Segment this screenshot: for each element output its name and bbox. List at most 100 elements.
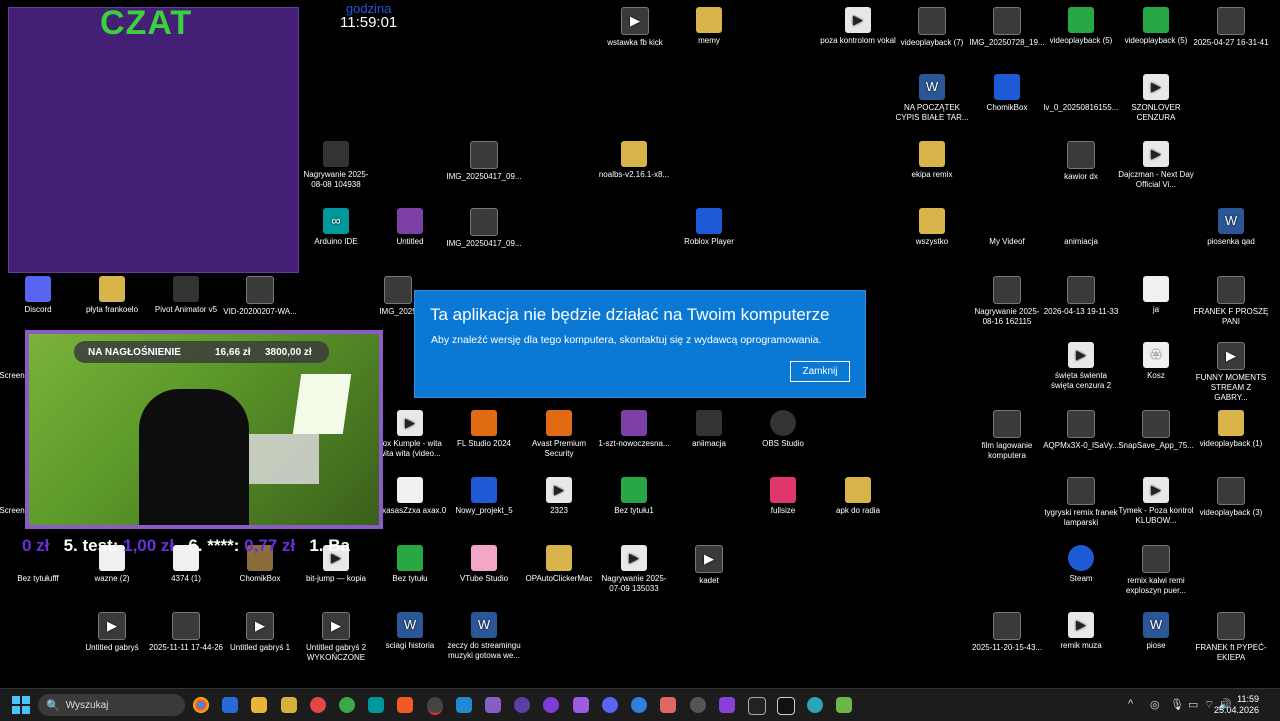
desktop-icon[interactable]: videoplayback (3)	[1193, 477, 1269, 518]
desktop-icon[interactable]: płyta frankoelo	[74, 276, 150, 315]
sb-icon[interactable]	[514, 697, 530, 713]
desktop-icon[interactable]: FL Studio 2024	[446, 410, 522, 449]
desktop-icon[interactable]: Nagrywanie 2025-08-16 162115	[969, 276, 1045, 327]
desktop-icon[interactable]: 2026-04-13 19-11-33	[1043, 276, 1119, 317]
desktop-icon[interactable]: noalbs-v2.16.1-x8...	[596, 141, 672, 180]
desktop-icon[interactable]: asxasasZzxa axax.0	[372, 477, 448, 516]
desktop-icon[interactable]: ▶ FUNNY MOMENTS STREAM Z GABRY...	[1193, 342, 1269, 403]
cube-icon[interactable]	[836, 697, 852, 713]
desktop-icon[interactable]: ▶ 2323	[521, 477, 597, 516]
desktop-icon[interactable]: videoplayback (5)	[1118, 7, 1194, 46]
desktop-icon[interactable]: Wpiose	[1118, 612, 1194, 651]
edge-icon[interactable]	[807, 697, 823, 713]
desktop-icon[interactable]: Bez tytułu1	[596, 477, 672, 516]
desktop-icon[interactable]: memy	[671, 7, 747, 46]
arduino-icon[interactable]	[368, 697, 384, 713]
desktop-icon[interactable]: ▶ Nagrywanie 2025-07-09 135033	[596, 545, 672, 594]
desktop-icon[interactable]: 1-szt-nowoczesna...	[596, 410, 672, 449]
chevron-up-icon[interactable]: ^	[1128, 698, 1133, 710]
desktop-icon[interactable]: ChomikBox	[969, 74, 1045, 113]
desktop-icon[interactable]: ▶ Untitled gabryś 1	[222, 612, 298, 653]
desktop-icon[interactable]: ▶ wstawka fb kick	[597, 7, 673, 48]
desktop-icon[interactable]: FRANEK F PROSZĘ PANI	[1193, 276, 1269, 327]
desktop-icon[interactable]: OBS Studio	[745, 410, 821, 449]
desktop-icon[interactable]: ♻ Kosz	[1118, 342, 1194, 381]
terminal-icon[interactable]	[719, 697, 735, 713]
discord-icon[interactable]	[602, 697, 618, 713]
explorer-icon[interactable]	[251, 697, 267, 713]
store-icon[interactable]	[222, 697, 238, 713]
desktop-icon[interactable]: Untitled	[372, 208, 448, 247]
desktop-icon[interactable]: AQPMx3X-0_lSaVy...	[1043, 410, 1119, 451]
chrome-icon[interactable]	[193, 697, 209, 713]
desktop-icon[interactable]: 2025-11-20-15-43...	[969, 612, 1045, 653]
desktop-icon[interactable]: IMG_20250417_09...	[446, 208, 522, 249]
desktop-icon[interactable]: remix kalwi remi exploszyn puer...	[1118, 545, 1194, 596]
desktop-icon[interactable]: VTube Studio	[446, 545, 522, 584]
desktop-icon[interactable]: Wpiosenka qad	[1193, 208, 1269, 247]
desktop-icon[interactable]: ▶ Untitled gabryś	[74, 612, 150, 653]
snapchat-icon[interactable]	[631, 697, 647, 713]
start-button[interactable]	[12, 696, 30, 714]
brave-icon[interactable]	[397, 697, 413, 713]
desktop-icon[interactable]: wszystko	[894, 208, 970, 247]
desktop-icon[interactable]: Roblox Player	[671, 208, 747, 247]
app-icon[interactable]	[543, 697, 559, 713]
desktop-icon[interactable]: ▶ poza kontrolom vokal	[820, 7, 896, 46]
desktop-icon[interactable]: Discord	[0, 276, 76, 315]
desktop-icon[interactable]: 2025-04-27 16-31-41	[1193, 7, 1269, 48]
desktop-icon[interactable]: videoplayback (5)	[1043, 7, 1119, 46]
search-input[interactable]: 🔍 Wyszukaj	[38, 694, 185, 716]
desktop-icon[interactable]: Nagrywanie 2025-08-08 104938	[298, 141, 374, 190]
desktop-icon[interactable]: ▶ box Kumple - wita wita wita (video...	[372, 410, 448, 459]
network-icon[interactable]: ▭	[1188, 698, 1198, 711]
desktop-icon[interactable]: aniimacja	[671, 410, 747, 449]
p-icon[interactable]	[777, 697, 795, 715]
desktop-icon[interactable]: Nowy_projekt_5	[446, 477, 522, 516]
close-button[interactable]: Zamknij	[790, 361, 850, 382]
desktop-icon[interactable]: OPAutoClickerMac	[521, 545, 597, 584]
desktop-icon[interactable]: W NA POCZĄTEK CYPIS BIAŁE TAR...	[894, 74, 970, 123]
desktop-icon[interactable]: ▶ SZONLOVER CENZURA	[1118, 74, 1194, 123]
desktop-icon[interactable]: ▶ remik muza	[1043, 612, 1119, 651]
desktop-icon[interactable]: kawior dx	[1043, 141, 1119, 182]
desktop-icon[interactable]: videoplayback (7)	[894, 7, 970, 48]
desktop-icon[interactable]: ▶ Tymek - Poza kontrol KLUBOW...	[1118, 477, 1194, 526]
obs-icon[interactable]	[427, 697, 443, 715]
desktop-icon[interactable]: Steam	[1043, 545, 1119, 584]
desktop-icon[interactable]: SnapSave_App_75...	[1118, 410, 1194, 451]
desktop-icon[interactable]: IMG_20250417_09...	[446, 141, 522, 182]
desktop-icon[interactable]: apk do radia	[820, 477, 896, 516]
capcut-icon[interactable]	[748, 697, 766, 715]
desktop-icon[interactable]: animiacja	[1043, 208, 1119, 247]
desktop-icon[interactable]: ▶ kadet	[671, 545, 747, 586]
desktop-icon[interactable]: Wzeczy do streamingu muzyki gotowa we...	[446, 612, 522, 661]
desktop-icon[interactable]: My Videof	[969, 208, 1045, 247]
desktop-icon[interactable]: Pivot Animator v5	[148, 276, 224, 315]
wifi-icon[interactable]: ⌔	[1204, 698, 1214, 712]
desktop-icon[interactable]: VID-20200207-WA...	[222, 276, 298, 317]
obs2-icon[interactable]	[690, 697, 706, 713]
vscode-icon[interactable]	[456, 697, 472, 713]
desktop-icon[interactable]: Bez tytułu	[372, 545, 448, 584]
desktop-icon[interactable]: ▶ święta świenta święta cenzura 2	[1043, 342, 1119, 391]
desktop-icon[interactable]: film lagowanie komputera	[969, 410, 1045, 461]
desktop-icon[interactable]: tygryski remix franek lamparski	[1043, 477, 1119, 528]
chrome-profile-icon[interactable]	[339, 697, 355, 713]
microphone-icon[interactable]: 🎙	[1170, 698, 1184, 711]
desktop-icon[interactable]: lv_0_20250816155...	[1043, 74, 1119, 113]
paint-icon[interactable]	[660, 697, 676, 713]
desktop-icon[interactable]: ja	[1118, 276, 1194, 315]
desktop-icon[interactable]: ▶ Untitled gabryś 2 WYKOŃCZONE	[298, 612, 374, 663]
desktop-icon[interactable]: FRANEK ft PYPEĆ-EKIEPA	[1193, 612, 1269, 663]
desktop-icon[interactable]: IMG_20250728_19...	[969, 7, 1045, 48]
desktop-icon[interactable]: ▶ Dajczman - Next Day Official Vi...	[1118, 141, 1194, 190]
triangle-icon[interactable]	[573, 697, 589, 713]
clock[interactable]: 11:59 25.04.2026	[1214, 694, 1259, 716]
desktop-icon[interactable]: ekipa remix	[894, 141, 970, 180]
desktop-icon[interactable]: 2025-11-11 17-44-26	[148, 612, 224, 653]
sticky-icon[interactable]	[281, 697, 297, 713]
desktop-icon[interactable]: Wsciagi historia	[372, 612, 448, 651]
desktop-icon[interactable]: videoplayback (1)	[1193, 410, 1269, 449]
tray-app-icon[interactable]: ◎	[1150, 698, 1160, 711]
